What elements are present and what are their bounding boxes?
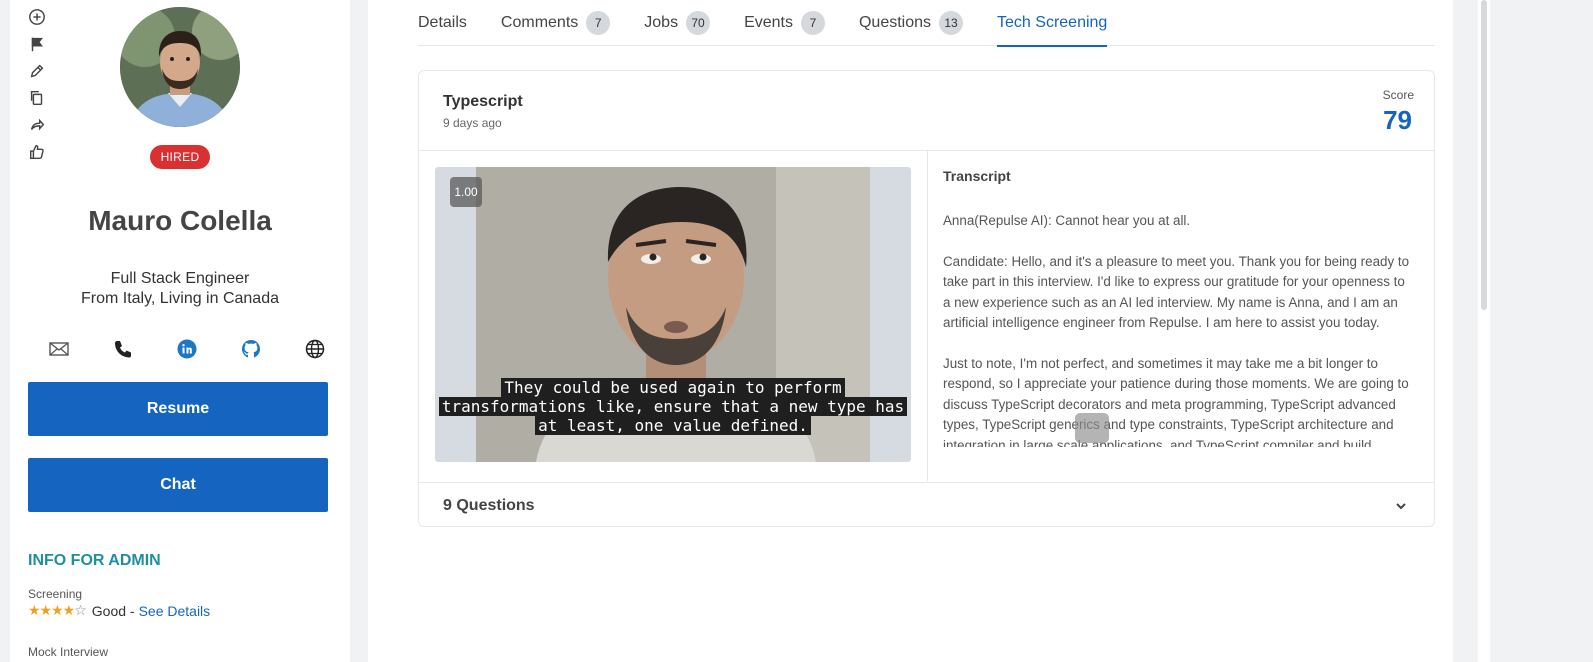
count-badge: 13 bbox=[939, 11, 964, 35]
tab-label: Questions bbox=[858, 14, 932, 31]
linkedin-icon[interactable] bbox=[175, 338, 199, 360]
screening-rating-row: ★★★★☆ Good - See Details bbox=[28, 602, 210, 619]
main-content: Details Comments 7 Jobs 70 Events 7 Ques… bbox=[368, 0, 1453, 662]
screening-title: Typescript bbox=[443, 93, 523, 110]
divider bbox=[927, 151, 928, 481]
screening-rating-text: Good - bbox=[91, 602, 135, 619]
tab-label: Jobs bbox=[644, 14, 679, 31]
thumbs-up-icon[interactable] bbox=[26, 141, 48, 163]
action-icon-column bbox=[26, 6, 50, 168]
candidate-name: Mauro Colella bbox=[88, 205, 272, 236]
copy-icon[interactable] bbox=[26, 87, 48, 109]
tab-label: Events bbox=[744, 14, 793, 31]
chat-button[interactable]: Chat bbox=[28, 458, 328, 512]
score-value: 79 bbox=[1383, 105, 1412, 135]
floating-overlay-button[interactable] bbox=[1075, 413, 1109, 443]
contact-links bbox=[47, 338, 327, 360]
github-icon[interactable] bbox=[239, 338, 263, 360]
count-badge: 7 bbox=[586, 11, 611, 35]
count-badge: 70 bbox=[686, 11, 711, 35]
share-icon[interactable] bbox=[26, 114, 48, 136]
playback-speed-badge[interactable]: 1.00 bbox=[450, 177, 482, 207]
screening-label: Screening bbox=[28, 587, 83, 601]
tab-tech-screening[interactable]: Tech Screening bbox=[997, 0, 1108, 47]
candidate-location: From Italy, Living in Canada bbox=[80, 290, 279, 307]
edit-icon[interactable] bbox=[26, 60, 48, 82]
status-badge: HIRED bbox=[150, 145, 210, 169]
video-player[interactable]: 1.00 They could be used again to perform… bbox=[435, 167, 911, 462]
screening-timestamp: 9 days ago bbox=[443, 116, 502, 130]
screening-card: Typescript 9 days ago Score 79 1.00 They… bbox=[418, 70, 1435, 527]
questions-accordion[interactable]: 9 Questions bbox=[419, 482, 1434, 528]
tab-jobs[interactable]: Jobs 70 bbox=[644, 0, 711, 46]
flag-icon[interactable] bbox=[26, 33, 48, 55]
candidate-sidebar: HIRED Mauro Colella Full Stack Engineer … bbox=[10, 0, 350, 662]
mock-interview-label: Mock Interview bbox=[28, 645, 109, 659]
tab-questions[interactable]: Questions 13 bbox=[858, 0, 964, 46]
tab-label: Tech Screening bbox=[997, 14, 1108, 31]
transcript-paragraph: Anna(Repulse AI): Cannot hear you at all… bbox=[943, 213, 1191, 228]
subtitle-text: They could be used again to perform tran… bbox=[438, 378, 908, 435]
tab-label: Details bbox=[418, 14, 467, 31]
screening-card-header: Typescript 9 days ago Score 79 bbox=[419, 71, 1434, 151]
tab-comments[interactable]: Comments 7 bbox=[500, 0, 611, 46]
see-details-link[interactable]: See Details bbox=[139, 603, 211, 619]
transcript-paragraph: Just to note, I'm not perfect, and somet… bbox=[943, 355, 1409, 448]
score-label: Score bbox=[1382, 88, 1414, 102]
tab-label: Comments bbox=[500, 14, 579, 31]
count-badge: 7 bbox=[800, 11, 825, 35]
scrollbar-thumb[interactable] bbox=[1481, 0, 1487, 310]
tab-events[interactable]: Events 7 bbox=[744, 0, 825, 46]
video-subtitle: They could be used again to perform tran… bbox=[435, 378, 911, 436]
questions-count-label: 9 Questions bbox=[443, 497, 535, 514]
candidate-role: Full Stack Engineer bbox=[110, 270, 250, 287]
avatar bbox=[120, 7, 240, 127]
scrollbar[interactable] bbox=[1478, 0, 1490, 662]
star-rating: ★★★★☆ bbox=[28, 602, 87, 618]
chevron-down-icon bbox=[1394, 499, 1408, 513]
globe-icon[interactable] bbox=[303, 338, 327, 360]
tab-bar: Details Comments 7 Jobs 70 Events 7 Ques… bbox=[418, 0, 1435, 47]
tab-details[interactable]: Details bbox=[418, 0, 467, 46]
mail-icon[interactable] bbox=[47, 338, 71, 360]
add-icon[interactable] bbox=[26, 6, 48, 28]
transcript-heading: Transcript bbox=[943, 168, 1011, 184]
phone-icon[interactable] bbox=[111, 338, 135, 360]
resume-button[interactable]: Resume bbox=[28, 382, 328, 436]
transcript-body[interactable]: Anna(Repulse AI): Cannot hear you at all… bbox=[943, 211, 1413, 447]
transcript-paragraph: Candidate: Hello, and it's a pleasure to… bbox=[943, 253, 1410, 331]
admin-info-heading: INFO FOR ADMIN bbox=[28, 552, 161, 569]
